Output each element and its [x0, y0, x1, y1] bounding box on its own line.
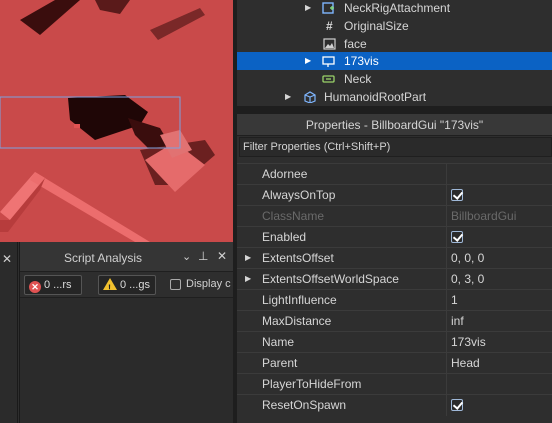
tree-item-neck[interactable]: Neck — [237, 70, 552, 88]
column-divider — [446, 311, 447, 332]
expand-arrow-icon[interactable]: ▶ — [245, 253, 251, 262]
tree-item-label: HumanoidRootPart — [324, 90, 427, 104]
checkbox-checked[interactable] — [451, 231, 463, 243]
tree-item-173vis[interactable]: ▶ 173vis — [237, 52, 552, 70]
expand-arrow-icon[interactable]: ▶ — [285, 88, 291, 106]
property-row-extentsoffset[interactable]: ▶ ExtentsOffset 0, 0, 0 — [237, 247, 552, 269]
decal-icon — [323, 38, 336, 50]
display-label: Display c — [186, 278, 231, 290]
expand-arrow-icon[interactable]: ▶ — [305, 52, 311, 70]
warnings-filter-button[interactable]: ! 0 ...gs — [98, 275, 156, 295]
explorer-panel: ▶ NeckRigAttachment # OriginalSize face … — [237, 0, 552, 106]
property-row-parent[interactable]: Parent Head — [237, 352, 552, 374]
part-icon — [304, 91, 316, 103]
close-icon[interactable]: ✕ — [217, 249, 227, 263]
property-name: LightInfluence — [262, 293, 337, 307]
display-checkbox[interactable] — [170, 279, 181, 290]
property-name: Name — [262, 335, 295, 349]
motor-icon — [322, 75, 335, 83]
properties-header: Properties - BillboardGui "173vis" — [237, 114, 552, 136]
tree-item-label: 173vis — [344, 54, 379, 68]
script-analysis-panel: Script Analysis ⌄ ⊥ ✕ ✕ 0 ...rs ! 0 ...gs … — [19, 242, 234, 423]
column-divider — [446, 227, 447, 248]
property-name: AlwaysOnTop — [262, 188, 336, 202]
expand-arrow-icon[interactable]: ▶ — [245, 274, 251, 283]
property-value[interactable]: 173vis — [451, 335, 486, 349]
expand-arrow-icon[interactable]: ▶ — [305, 0, 311, 17]
property-value[interactable]: inf — [451, 314, 464, 328]
column-divider — [446, 290, 447, 311]
tree-item-humanoidrootpart[interactable]: ▶ HumanoidRootPart — [237, 88, 552, 106]
checkbox-checked[interactable] — [451, 399, 463, 411]
property-row-extentsoffsetworldspace[interactable]: ▶ ExtentsOffsetWorldSpace 0, 3, 0 — [237, 268, 552, 290]
errors-count: 0 ...rs — [44, 279, 72, 291]
scene-geometry — [0, 0, 233, 242]
property-name: Parent — [262, 356, 298, 370]
tree-item-label: Neck — [344, 72, 372, 86]
tree-item-label: face — [344, 37, 367, 51]
checkbox-checked[interactable] — [451, 189, 463, 201]
property-value[interactable]: 0, 3, 0 — [451, 272, 484, 286]
tree-item-label: OriginalSize — [344, 19, 409, 33]
warning-icon: ! — [103, 278, 117, 293]
panel-title: Script Analysis — [64, 251, 143, 265]
column-divider — [446, 269, 447, 290]
errors-filter-button[interactable]: ✕ 0 ...rs — [24, 275, 82, 295]
billboard-gui-icon — [322, 56, 335, 67]
property-row-playertohidefrom[interactable]: PlayerToHideFrom — [237, 373, 552, 395]
warnings-count: 0 ...gs — [120, 279, 150, 291]
3d-viewport[interactable] — [0, 0, 233, 242]
property-name: MaxDistance — [262, 314, 332, 328]
property-name: ClassName — [262, 209, 325, 223]
property-row-classname: ClassName BillboardGui — [237, 205, 552, 227]
attachment-icon — [322, 2, 334, 14]
property-row-lightinfluence[interactable]: LightInfluence 1 — [237, 289, 552, 311]
script-analysis-toolbar: ✕ 0 ...rs ! 0 ...gs Display c — [20, 272, 234, 298]
tree-item-face[interactable]: face — [237, 35, 552, 53]
column-divider — [446, 332, 447, 353]
property-row-enabled[interactable]: Enabled — [237, 226, 552, 248]
property-value[interactable]: Head — [451, 356, 480, 370]
property-value: BillboardGui — [451, 209, 517, 223]
error-icon: ✕ — [29, 281, 41, 293]
property-name: ExtentsOffsetWorldSpace — [262, 272, 399, 286]
pin-icon[interactable]: ⊥ — [198, 249, 208, 263]
close-icon[interactable]: ✕ — [2, 252, 12, 266]
column-divider — [446, 353, 447, 374]
script-analysis-header: Script Analysis ⌄ ⊥ ✕ — [20, 242, 234, 272]
property-name: ResetOnSpawn — [262, 398, 347, 412]
properties-panel: Properties - BillboardGui "173vis" Filte… — [237, 114, 552, 423]
tree-item-originalsize[interactable]: # OriginalSize — [237, 17, 552, 35]
column-divider — [446, 248, 447, 269]
property-name: Enabled — [262, 230, 307, 244]
column-divider — [446, 164, 447, 185]
property-row-maxdistance[interactable]: MaxDistance inf — [237, 310, 552, 332]
property-value[interactable]: 1 — [451, 293, 458, 307]
tree-item-neckrigattachment[interactable]: ▶ NeckRigAttachment — [237, 0, 552, 17]
property-row-resetonspawn[interactable]: ResetOnSpawn — [237, 394, 552, 416]
filter-properties-input[interactable]: Filter Properties (Ctrl+Shift+P) — [239, 137, 552, 157]
panel-divider[interactable] — [237, 106, 552, 114]
column-divider — [446, 395, 447, 416]
property-row-adornee[interactable]: Adornee — [237, 163, 552, 185]
tree-item-label: NeckRigAttachment — [344, 1, 451, 15]
column-divider — [446, 206, 447, 227]
property-name: ExtentsOffset — [262, 251, 334, 265]
property-name: PlayerToHideFrom — [262, 377, 362, 391]
property-row-alwaysontop[interactable]: AlwaysOnTop — [237, 184, 552, 206]
column-divider — [446, 185, 447, 206]
column-divider — [446, 374, 447, 395]
left-panel-strip: ✕ — [0, 242, 18, 423]
property-value[interactable]: 0, 0, 0 — [451, 251, 484, 265]
property-name: Adornee — [262, 167, 308, 181]
property-row-name[interactable]: Name 173vis — [237, 331, 552, 353]
chevron-down-icon[interactable]: ⌄ — [182, 250, 191, 263]
hash-icon: # — [326, 19, 333, 33]
